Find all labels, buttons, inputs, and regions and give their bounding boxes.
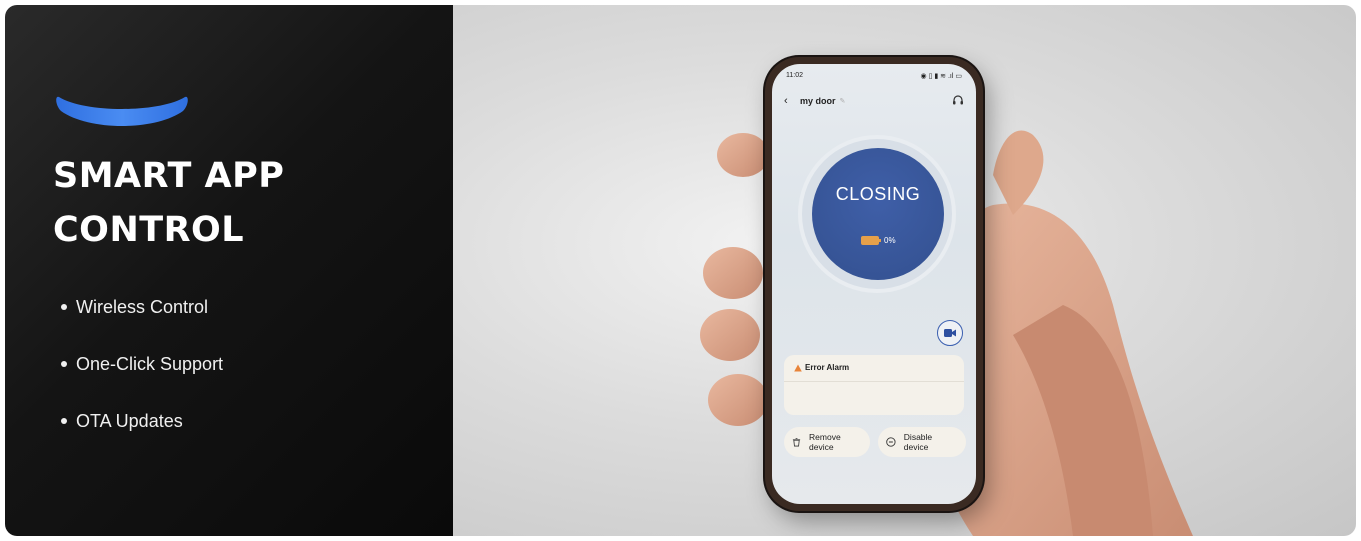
promo-banner: SMART APP CONTROL Wireless Control One-C… <box>5 5 1356 536</box>
feature-item: Wireless Control <box>61 295 223 352</box>
feature-item: One-Click Support <box>61 352 223 409</box>
feature-label: One-Click Support <box>76 354 224 374</box>
bullet-icon <box>61 361 67 367</box>
video-camera-button[interactable] <box>937 320 963 346</box>
disable-device-label: Disable device <box>903 432 933 452</box>
status-time: 11:02 <box>786 72 803 79</box>
feature-label: Wireless Control <box>76 297 209 317</box>
brand-swoosh-logo <box>56 96 188 126</box>
pencil-icon[interactable]: ✎ <box>840 97 846 105</box>
status-icons: ◉ ▯ ▮ ≋ .ıl ▭ <box>920 73 962 80</box>
remove-device-label: Remove device <box>809 432 841 452</box>
remove-device-button[interactable]: Remove device <box>784 427 870 457</box>
battery-indicator: 0% <box>861 236 896 245</box>
battery-icon <box>861 236 881 245</box>
bullet-icon <box>61 418 67 424</box>
headline: SMART APP CONTROL <box>53 149 284 257</box>
chevron-left-icon[interactable]: ‹ <box>784 96 794 107</box>
disable-device-button[interactable]: Disable device <box>878 427 966 457</box>
minus-circle-icon <box>886 437 896 447</box>
headline-line-2: CONTROL <box>53 210 245 250</box>
video-camera-icon <box>944 329 956 337</box>
promo-text-panel: SMART APP CONTROL Wireless Control One-C… <box>5 5 453 536</box>
device-title: my door <box>800 96 836 106</box>
door-status-label: CLOSING <box>835 184 921 204</box>
alarm-title-text: Error Alarm <box>805 363 850 372</box>
door-status-button[interactable] <box>812 148 944 280</box>
app-screen: 11:02 ◉ ▯ ▮ ≋ .ıl ▭ ‹ my door ✎ CLOSING … <box>772 64 976 504</box>
feature-item: OTA Updates <box>61 409 223 466</box>
smartphone: 11:02 ◉ ▯ ▮ ≋ .ıl ▭ ‹ my door ✎ CLOSING … <box>765 57 983 511</box>
trash-icon <box>792 437 801 447</box>
feature-label: OTA Updates <box>76 411 183 431</box>
status-bar: 11:02 ◉ ▯ ▮ ≋ .ıl ▭ <box>772 64 976 82</box>
bullet-icon <box>61 304 67 310</box>
feature-list: Wireless Control One-Click Support OTA U… <box>61 295 223 466</box>
alarm-title: Error Alarm <box>794 363 849 372</box>
warning-icon <box>794 364 802 371</box>
divider <box>784 381 964 382</box>
error-alarm-card[interactable]: Error Alarm <box>784 355 964 415</box>
headset-icon[interactable] <box>952 95 964 107</box>
app-header: ‹ my door ✎ <box>772 92 976 110</box>
battery-percent: 0% <box>884 236 896 245</box>
headline-line-1: SMART APP <box>53 156 285 196</box>
